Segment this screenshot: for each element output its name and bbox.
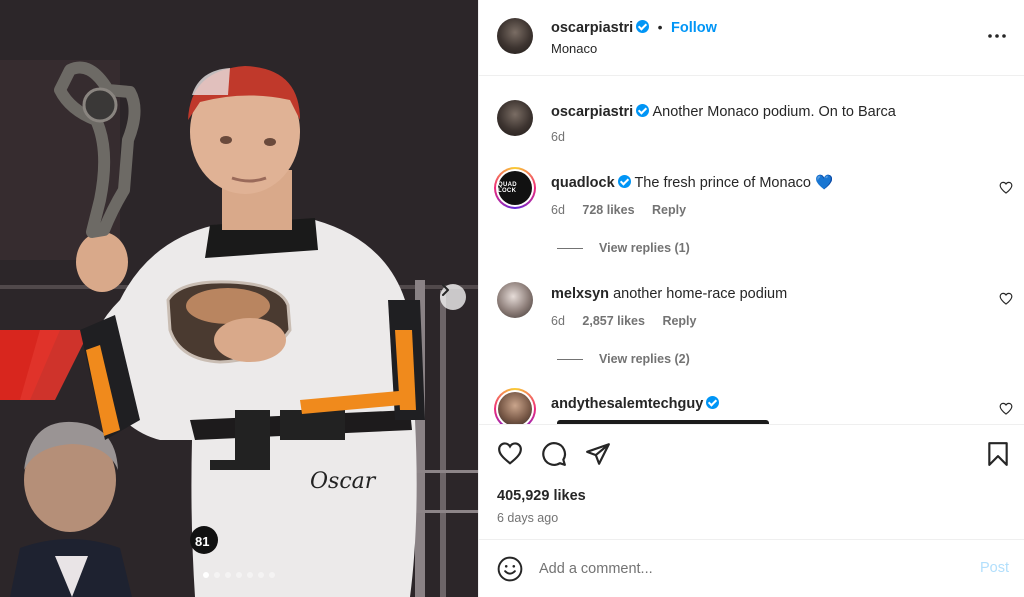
share-button[interactable]	[585, 441, 611, 472]
comment-text-line: melxsyn another home-race podium	[551, 285, 787, 303]
bookmark-icon	[988, 442, 1008, 466]
likes-count[interactable]: 405,929 likes	[497, 488, 586, 504]
caption-username[interactable]: oscarpiastri	[551, 104, 633, 120]
avatar	[498, 392, 532, 424]
comment-username[interactable]: melxsyn	[551, 286, 609, 302]
comment-username[interactable]: andythesalemtechguy	[551, 396, 703, 412]
like-comment-button[interactable]	[999, 181, 1013, 199]
comment-button[interactable]	[541, 441, 567, 472]
carousel-dot	[236, 572, 242, 578]
like-comment-button[interactable]	[999, 402, 1013, 420]
carousel-dot	[225, 572, 231, 578]
heart-icon	[498, 442, 522, 465]
verified-icon	[636, 104, 650, 117]
chevron-right-icon	[442, 284, 449, 296]
carousel-indicator	[203, 572, 275, 578]
header-user-line: oscarpiastri • Follow	[551, 19, 717, 37]
post-comment-button[interactable]: Post	[980, 560, 1009, 576]
emoji-icon	[497, 556, 523, 582]
header-username[interactable]: oscarpiastri	[551, 20, 633, 36]
comment-meta: 6d 728 likes Reply	[551, 203, 700, 217]
svg-text:Oscar: Oscar	[310, 469, 377, 494]
story-ring[interactable]	[494, 388, 536, 424]
avatar[interactable]	[497, 18, 533, 54]
follow-button[interactable]: Follow	[671, 20, 717, 36]
caption-text-line: oscarpiastri Another Monaco podium. On t…	[551, 103, 991, 121]
view-replies-button[interactable]: View replies (2)	[557, 352, 690, 366]
more-icon	[988, 34, 1006, 38]
carousel-dot	[258, 572, 264, 578]
avatar[interactable]	[497, 100, 533, 136]
caption-text: Another Monaco podium. On to Barca	[652, 104, 896, 120]
comment-meta: 6d 2,857 likes Reply	[551, 314, 710, 328]
quadlock-logo: QUAD LOCK	[498, 182, 517, 194]
post-header: oscarpiastri • Follow Monaco	[479, 0, 1024, 76]
emoji-button[interactable]	[497, 556, 523, 587]
reply-button[interactable]: Reply	[662, 314, 696, 328]
caption-time: 6d	[551, 130, 565, 144]
view-replies-label: View replies (2)	[599, 352, 690, 366]
view-replies-button[interactable]: View replies (1)	[557, 241, 690, 255]
save-button[interactable]	[987, 441, 1009, 472]
avatar[interactable]	[497, 282, 533, 318]
comment-icon	[542, 442, 567, 466]
avatar: QUAD LOCK	[498, 171, 532, 205]
like-comment-button[interactable]	[999, 292, 1013, 310]
next-image-button[interactable]	[440, 284, 466, 310]
story-ring[interactable]: QUAD LOCK	[494, 167, 536, 209]
heart-icon	[999, 181, 1013, 194]
comment-likes[interactable]: 2,857 likes	[582, 314, 645, 328]
comment-time: 6d	[551, 203, 565, 217]
comment-text-line: quadlock The fresh prince of Monaco 💙	[551, 174, 833, 192]
replies-divider	[557, 358, 583, 360]
view-replies-label: View replies (1)	[599, 241, 690, 255]
carousel-dot	[203, 572, 209, 578]
comment-text-line: andythesalemtechguy	[551, 395, 720, 413]
more-options-button[interactable]	[987, 26, 1007, 51]
post-media[interactable]: Oscar 81	[0, 0, 478, 597]
post-panel: oscarpiastri • Follow Monaco oscarpiastr…	[478, 0, 1024, 597]
blue-heart-emoji: 💙	[814, 175, 834, 191]
verified-icon	[636, 20, 650, 33]
separator: •	[657, 19, 663, 35]
post-actions: 405,929 likes 6 days ago	[479, 424, 1024, 538]
verified-icon	[706, 396, 720, 409]
carousel-dot	[247, 572, 253, 578]
share-icon	[586, 443, 610, 465]
comment-likes[interactable]: 728 likes	[582, 203, 634, 217]
heart-icon	[999, 292, 1013, 305]
svg-text:81: 81	[195, 534, 209, 549]
add-comment-bar: Post	[479, 539, 1024, 597]
comment-input[interactable]	[539, 554, 959, 584]
replies-divider	[557, 247, 583, 249]
like-button[interactable]	[497, 441, 523, 470]
heart-icon	[999, 402, 1013, 415]
comment-username[interactable]: quadlock	[551, 175, 615, 191]
comment-text: another home-race podium	[613, 286, 788, 302]
reply-button[interactable]: Reply	[652, 203, 686, 217]
verified-icon	[617, 175, 631, 188]
carousel-dot	[269, 572, 275, 578]
comment-time: 6d	[551, 314, 565, 328]
post-photo: Oscar 81	[0, 0, 478, 597]
location-link[interactable]: Monaco	[551, 41, 597, 56]
carousel-dot	[214, 572, 220, 578]
comment-text: The fresh prince of Monaco	[634, 175, 811, 191]
post-date[interactable]: 6 days ago	[497, 511, 558, 525]
comments-list[interactable]: oscarpiastri Another Monaco podium. On t…	[479, 77, 1024, 424]
